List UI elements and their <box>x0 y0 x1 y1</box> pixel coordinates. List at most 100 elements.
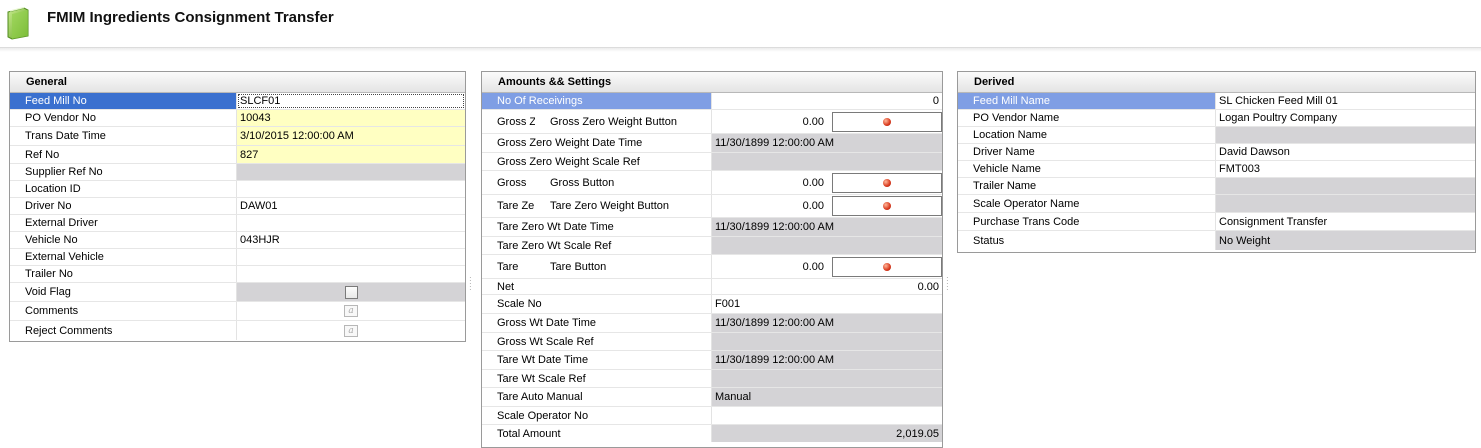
reject-comments-input[interactable]: a <box>237 321 465 340</box>
amounts-row-gross[interactable]: Gross Gross Button 0.00 <box>482 171 942 195</box>
gross-button[interactable] <box>832 172 942 193</box>
general-row-comments[interactable]: Comments a <box>10 302 465 321</box>
amounts-row-no-of-receivings[interactable]: No Of Receivings 0 <box>482 93 942 110</box>
amounts-row-tare-zero[interactable]: Tare Zero Tare Zero Weight Button 0.00 <box>482 195 942 218</box>
external-driver-input[interactable] <box>237 215 465 231</box>
gross-zero-weight-button[interactable] <box>832 111 942 132</box>
general-row-trailer-no[interactable]: Trailer No <box>10 266 465 283</box>
field-label: Feed Mill No <box>10 93 237 109</box>
memo-edit-icon[interactable]: a <box>344 324 358 337</box>
derived-panel-header: Derived <box>958 72 1475 93</box>
general-row-feed-mill-no[interactable]: Feed Mill No SLCF01 <box>10 93 465 110</box>
amounts-row-gross-wt-date[interactable]: Gross Wt Date Time 11/30/1899 12:00:00 A… <box>482 314 942 333</box>
amounts-row-tare[interactable]: Tare Tare Button 0.00 <box>482 255 942 279</box>
field-label: External Driver <box>10 215 237 231</box>
tare-zero-label: Tare Zero <box>497 200 535 212</box>
vehicle-no-input[interactable]: 043HJR <box>237 232 465 248</box>
amounts-row-tare-wt-scale-ref[interactable]: Tare Wt Scale Ref <box>482 370 942 388</box>
general-row-supplier-ref-no[interactable]: Supplier Ref No <box>10 164 465 181</box>
scale-operator-name-value <box>1216 195 1475 212</box>
general-panel: General Feed Mill No SLCF01 PO Vendor No… <box>9 71 466 342</box>
amounts-row-tare-auto-manual[interactable]: Tare Auto Manual Manual <box>482 388 942 407</box>
void-flag-checkbox[interactable] <box>344 285 358 299</box>
general-row-po-vendor-no[interactable]: PO Vendor No 10043 <box>10 110 465 127</box>
derived-row-scale-operator-name[interactable]: Scale Operator Name <box>958 195 1475 213</box>
field-label: Scale No <box>482 295 712 313</box>
field-label: Trans Date Time <box>10 127 237 145</box>
feed-mill-name-value: SL Chicken Feed Mill 01 <box>1216 93 1475 109</box>
derived-row-location-name[interactable]: Location Name <box>958 127 1475 144</box>
red-dot-icon <box>883 117 891 126</box>
vehicle-name-value: FMT003 <box>1216 161 1475 177</box>
tare-zero-weight-button[interactable] <box>832 196 942 216</box>
comments-input[interactable]: a <box>237 302 465 320</box>
derived-row-vehicle-name[interactable]: Vehicle Name FMT003 <box>958 161 1475 178</box>
field-label: Tare Zero Tare Zero Weight Button <box>482 195 712 217</box>
general-row-reject-comments[interactable]: Reject Comments a <box>10 321 465 340</box>
general-row-ref-no[interactable]: Ref No 827 <box>10 146 465 164</box>
field-label: Comments <box>10 302 237 320</box>
splitter-handle[interactable]: · · · · · <box>469 274 472 296</box>
amounts-row-tare-zero-scale-ref[interactable]: Tare Zero Wt Scale Ref <box>482 237 942 255</box>
general-row-external-vehicle[interactable]: External Vehicle <box>10 249 465 266</box>
trans-date-time-input[interactable]: 3/10/2015 12:00:00 AM <box>237 127 465 145</box>
supplier-ref-no-input <box>237 164 465 180</box>
field-label: Total Amount <box>482 425 712 442</box>
general-row-external-driver[interactable]: External Driver <box>10 215 465 232</box>
amounts-row-total-amount[interactable]: Total Amount 2,019.05 <box>482 425 942 442</box>
field-label: Vehicle No <box>10 232 237 248</box>
amounts-row-tare-zero-date[interactable]: Tare Zero Wt Date Time 11/30/1899 12:00:… <box>482 218 942 237</box>
tare-auto-manual-value: Manual <box>712 388 942 406</box>
amounts-row-gross-zero-scale-ref[interactable]: Gross Zero Weight Scale Ref <box>482 153 942 171</box>
derived-row-feed-mill-name[interactable]: Feed Mill Name SL Chicken Feed Mill 01 <box>958 93 1475 110</box>
amounts-row-gross-wt-scale-ref[interactable]: Gross Wt Scale Ref <box>482 333 942 351</box>
amounts-row-tare-wt-date[interactable]: Tare Wt Date Time 11/30/1899 12:00:00 AM <box>482 351 942 370</box>
amounts-row-scale-no[interactable]: Scale No F001 <box>482 295 942 314</box>
derived-row-trailer-name[interactable]: Trailer Name <box>958 178 1475 195</box>
location-id-input[interactable] <box>237 181 465 197</box>
general-row-driver-no[interactable]: Driver No DAW01 <box>10 198 465 215</box>
no-of-receivings-input[interactable]: 0 <box>712 93 942 109</box>
derived-row-driver-name[interactable]: Driver Name David Dawson <box>958 144 1475 161</box>
external-vehicle-input[interactable] <box>237 249 465 265</box>
amounts-row-scale-operator-no[interactable]: Scale Operator No <box>482 407 942 425</box>
derived-row-po-vendor-name[interactable]: PO Vendor Name Logan Poultry Company <box>958 110 1475 127</box>
derived-row-status[interactable]: Status No Weight <box>958 231 1475 250</box>
void-flag-cell <box>237 283 465 301</box>
gross-label: Gross <box>497 176 527 189</box>
gross-button-label: Gross Button <box>550 176 615 189</box>
amounts-row-net[interactable]: Net 0.00 <box>482 279 942 295</box>
amounts-row-gross-zero[interactable]: Gross Zero Gross Zero Weight Button 0.00 <box>482 110 942 134</box>
document-green-icon <box>7 6 29 40</box>
red-dot-icon <box>883 262 891 271</box>
general-row-void-flag[interactable]: Void Flag <box>10 283 465 302</box>
general-row-vehicle-no[interactable]: Vehicle No 043HJR <box>10 232 465 249</box>
field-label: Gross Zero Gross Zero Weight Button <box>482 110 712 133</box>
general-row-trans-date-time[interactable]: Trans Date Time 3/10/2015 12:00:00 AM <box>10 127 465 146</box>
tare-zero-wt-scale-ref-value <box>712 237 942 254</box>
field-label: Tare Tare Button <box>482 255 712 278</box>
ref-no-input[interactable]: 827 <box>237 146 465 163</box>
field-label: PO Vendor Name <box>958 110 1216 126</box>
amounts-panel: Amounts && Settings No Of Receivings 0 G… <box>481 71 943 448</box>
feed-mill-no-input[interactable]: SLCF01 <box>237 93 465 109</box>
general-row-location-id[interactable]: Location ID <box>10 181 465 198</box>
driver-name-value: David Dawson <box>1216 144 1475 160</box>
trailer-no-input[interactable] <box>237 266 465 282</box>
splitter-handle[interactable]: · · · · · <box>946 274 949 296</box>
field-label: Trailer No <box>10 266 237 282</box>
scale-operator-no-input[interactable] <box>712 407 942 424</box>
tare-value: 0.00 <box>802 260 824 273</box>
po-vendor-no-input[interactable]: 10043 <box>237 110 465 126</box>
tare-label: Tare <box>497 260 519 273</box>
tare-button[interactable] <box>832 256 942 277</box>
gross-zero-weight-value: 0.00 <box>802 115 824 128</box>
memo-edit-icon[interactable]: a <box>344 305 358 317</box>
field-label: Net <box>482 279 712 294</box>
driver-no-input[interactable]: DAW01 <box>237 198 465 214</box>
scale-no-input[interactable]: F001 <box>712 295 942 313</box>
amounts-row-gross-zero-date[interactable]: Gross Zero Weight Date Time 11/30/1899 1… <box>482 134 942 153</box>
derived-row-purchase-trans-code[interactable]: Purchase Trans Code Consignment Transfer <box>958 213 1475 231</box>
tare-cell: 0.00 <box>712 255 942 278</box>
field-label: Tare Zero Wt Scale Ref <box>482 237 712 254</box>
